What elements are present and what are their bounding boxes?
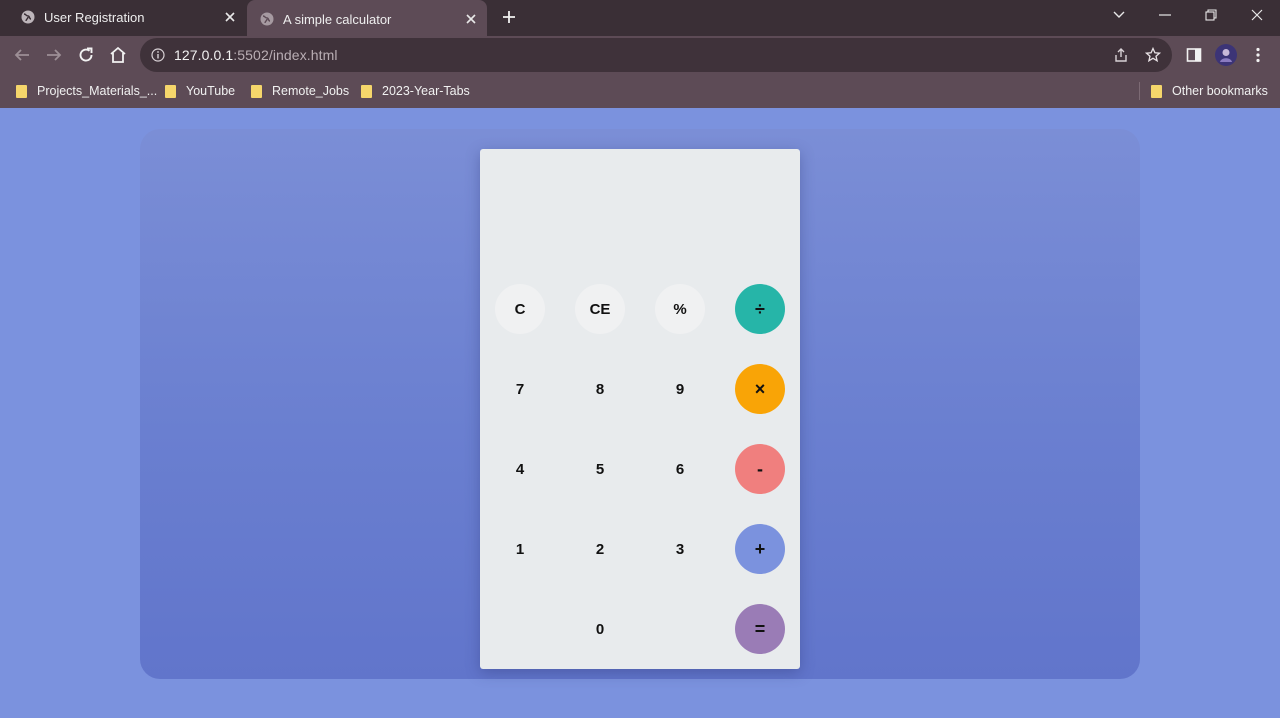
page-viewport: C CE % ÷ 7 8 9 × 4 5 6 - 1 2 3 + 0 =: [0, 108, 1280, 718]
folder-icon: [16, 84, 27, 98]
digit-7-button[interactable]: 7: [495, 364, 545, 414]
back-arrow-icon[interactable]: [12, 45, 32, 65]
tab-search-chevron-icon[interactable]: [1105, 4, 1133, 26]
tab-title: User Registration: [44, 9, 145, 25]
bookmarks-divider: [1139, 82, 1140, 100]
tab-user-registration[interactable]: User Registration: [0, 0, 246, 34]
calculator: C CE % ÷ 7 8 9 × 4 5 6 - 1 2 3 + 0 =: [480, 149, 800, 669]
digit-3-button[interactable]: 3: [655, 524, 705, 574]
bookmark-label: Other bookmarks: [1172, 84, 1268, 98]
globe-icon: [20, 9, 36, 25]
folder-icon: [165, 84, 176, 98]
restore-icon[interactable]: [1197, 4, 1225, 26]
calculator-display: [480, 149, 800, 269]
other-bookmarks[interactable]: Other bookmarks: [1151, 82, 1268, 100]
globe-icon: [259, 11, 275, 27]
digit-4-button[interactable]: 4: [495, 444, 545, 494]
bookmark-2023-year-tabs[interactable]: 2023-Year-Tabs: [361, 82, 470, 100]
home-icon[interactable]: [108, 45, 128, 65]
equals-button[interactable]: =: [735, 604, 785, 654]
digit-9-button[interactable]: 9: [655, 364, 705, 414]
digit-8-button[interactable]: 8: [575, 364, 625, 414]
bookmark-label: YouTube: [186, 84, 236, 98]
clear-entry-button[interactable]: CE: [575, 284, 625, 334]
bookmark-remote-jobs[interactable]: Remote_Jobs: [251, 82, 349, 100]
share-icon[interactable]: [1112, 46, 1130, 64]
menu-kebab-icon[interactable]: [1248, 45, 1268, 65]
reload-icon[interactable]: [76, 45, 96, 65]
tab-simple-calculator[interactable]: A simple calculator: [247, 0, 487, 38]
bookmark-label: 2023-Year-Tabs: [382, 84, 470, 98]
minimize-icon[interactable]: [1151, 4, 1179, 26]
address-bar[interactable]: 127.0.0.1:5502/index.html: [140, 38, 1172, 72]
bookmark-star-icon[interactable]: [1144, 46, 1162, 64]
bookmarks-bar: Projects_Materials_... YouTube Remote_Jo…: [0, 74, 1280, 108]
new-tab-plus-icon[interactable]: [499, 7, 519, 27]
minus-button[interactable]: -: [735, 444, 785, 494]
multiply-button[interactable]: ×: [735, 364, 785, 414]
digit-6-button[interactable]: 6: [655, 444, 705, 494]
url-path: :5502/index.html: [233, 47, 338, 63]
plus-button[interactable]: +: [735, 524, 785, 574]
close-tab-icon[interactable]: [463, 11, 479, 27]
clear-button[interactable]: C: [495, 284, 545, 334]
folder-icon: [361, 84, 372, 98]
percent-button[interactable]: %: [655, 284, 705, 334]
bookmark-label: Projects_Materials_...: [37, 84, 158, 98]
url-text: 127.0.0.1:5502/index.html: [174, 47, 338, 63]
url-host: 127.0.0.1: [174, 47, 234, 63]
side-panel-icon[interactable]: [1184, 45, 1204, 65]
site-info-icon[interactable]: [150, 47, 166, 63]
tab-title: A simple calculator: [283, 11, 392, 27]
folder-icon: [1151, 84, 1162, 98]
digit-2-button[interactable]: 2: [575, 524, 625, 574]
forward-arrow-icon[interactable]: [44, 45, 64, 65]
digit-0-button[interactable]: 0: [575, 604, 625, 654]
close-tab-icon[interactable]: [222, 9, 238, 25]
digit-1-button[interactable]: 1: [495, 524, 545, 574]
bookmark-projects-materials[interactable]: Projects_Materials_...: [16, 82, 157, 100]
folder-icon: [251, 84, 262, 98]
browser-toolbar: 127.0.0.1:5502/index.html: [0, 36, 1280, 74]
close-window-icon[interactable]: [1243, 4, 1271, 26]
digit-5-button[interactable]: 5: [575, 444, 625, 494]
bookmark-label: Remote_Jobs: [272, 84, 350, 98]
profile-avatar[interactable]: [1215, 44, 1237, 66]
divide-button[interactable]: ÷: [735, 284, 785, 334]
tab-strip: User Registration A simple calculator: [0, 0, 1280, 38]
bookmark-youtube[interactable]: YouTube: [165, 82, 235, 100]
